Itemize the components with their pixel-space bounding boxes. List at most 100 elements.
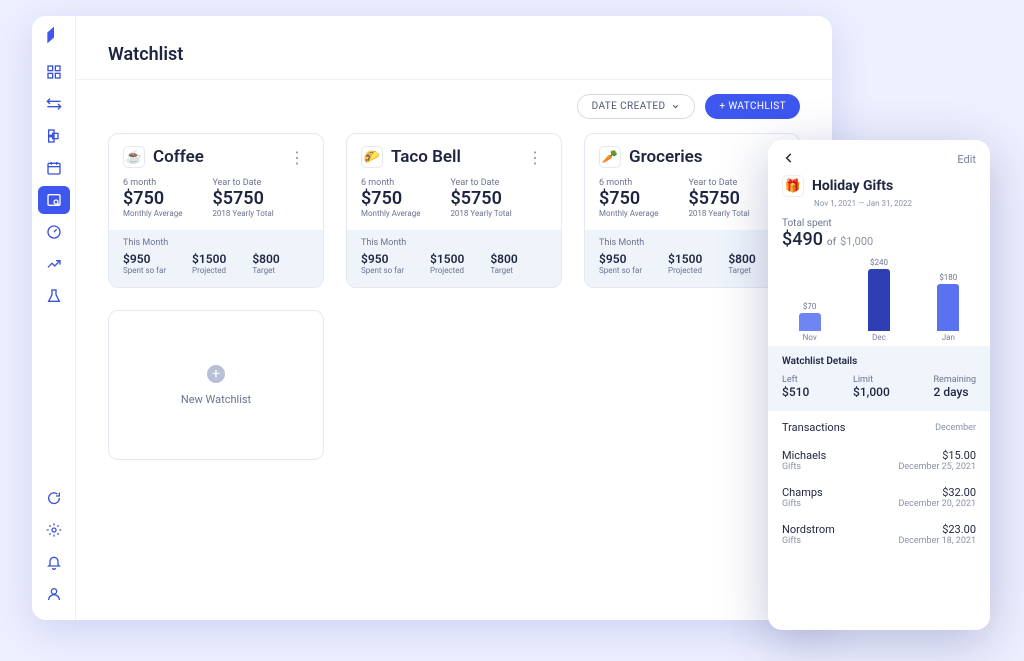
- ministat-label: Spent so far: [599, 266, 642, 275]
- plus-icon: +: [207, 365, 225, 383]
- stat-label: Year to Date: [212, 178, 273, 188]
- sidebar: [32, 16, 76, 620]
- nav-profile[interactable]: [38, 580, 70, 608]
- detail-limit-value: $1,000: [853, 385, 890, 399]
- ministat-value: $800: [252, 252, 279, 266]
- total-spent-value: $490: [782, 229, 823, 250]
- chart-bar: $70Nov: [794, 302, 826, 342]
- chevron-down-icon: [671, 102, 680, 111]
- sort-label: DATE CREATED: [592, 101, 666, 112]
- back-button[interactable]: [782, 150, 796, 169]
- watchlist-details-section: Watchlist Details Left$510 Limit$1,000 R…: [768, 346, 990, 411]
- trx-amount: $15.00: [898, 449, 976, 462]
- card-menu-button[interactable]: ⋮: [523, 148, 547, 167]
- stat-value: $750: [599, 188, 658, 209]
- detail-title: Holiday Gifts: [812, 178, 893, 194]
- trx-date: December 20, 2021: [898, 499, 976, 509]
- ministat-value: $950: [599, 252, 642, 266]
- nav-dashboard[interactable]: [38, 58, 70, 86]
- ministat-label: Spent so far: [123, 266, 166, 275]
- stat-label: 6 month: [123, 178, 182, 188]
- nav-settings[interactable]: [38, 516, 70, 544]
- detail-left-label: Left: [782, 375, 809, 385]
- nav-calendar[interactable]: [38, 154, 70, 182]
- ministat-value: $1500: [192, 252, 226, 266]
- stat-sublabel: Monthly Average: [361, 209, 420, 218]
- ministat-label: Spent so far: [361, 266, 404, 275]
- transaction-row[interactable]: NordstromGifts$23.00December 18, 2021: [782, 516, 976, 553]
- ministat-label: Projected: [430, 266, 464, 275]
- card-menu-button[interactable]: ⋮: [285, 148, 309, 167]
- nav-transfers[interactable]: [38, 90, 70, 118]
- stat-label: 6 month: [599, 178, 658, 188]
- stat-label: Year to Date: [688, 178, 749, 188]
- watchlist-card[interactable]: 🌮 Taco Bell ⋮ 6 month $750 Monthly Avera…: [346, 133, 562, 288]
- page-title: Watchlist: [108, 44, 800, 65]
- ministat-value: $800: [728, 252, 755, 266]
- new-watchlist-label: New Watchlist: [181, 393, 251, 406]
- stat-value: $5750: [688, 188, 749, 209]
- trx-amount: $23.00: [898, 523, 976, 536]
- nav-labs[interactable]: [38, 282, 70, 310]
- ministat-value: $800: [490, 252, 517, 266]
- stat-sublabel: Monthly Average: [123, 209, 182, 218]
- ministat-value: $1500: [668, 252, 702, 266]
- sort-dropdown[interactable]: DATE CREATED: [577, 94, 696, 119]
- stat-value: $5750: [450, 188, 511, 209]
- chart-bar-value: $240: [870, 258, 888, 267]
- stat-sublabel: 2018 Yearly Total: [450, 209, 511, 218]
- of-label: of: [827, 237, 836, 248]
- card-emoji-icon: 🌮: [361, 146, 383, 168]
- detail-emoji-icon: 🎁: [782, 175, 804, 197]
- chart-bar-label: Dec: [872, 333, 886, 342]
- watchlist-card[interactable]: ☕ Coffee ⋮ 6 month $750 Monthly Average …: [108, 133, 324, 288]
- chart-bar-rect: [937, 284, 959, 331]
- trx-name: Nordstrom: [782, 523, 835, 536]
- stat-sublabel: 2018 Yearly Total: [212, 209, 273, 218]
- transaction-row[interactable]: ChampsGifts$32.00December 20, 2021: [782, 479, 976, 516]
- ministat-value: $950: [123, 252, 166, 266]
- ministat-label: Target: [490, 266, 517, 275]
- ministat-label: Target: [728, 266, 755, 275]
- toolbar: DATE CREATED + WATCHLIST: [76, 80, 832, 119]
- nav-gauge[interactable]: [38, 218, 70, 246]
- transaction-row[interactable]: MichaelsGifts$15.00December 25, 2021: [782, 442, 976, 479]
- chart-bar-value: $70: [803, 302, 817, 311]
- nav-categories[interactable]: [38, 122, 70, 150]
- card-emoji-icon: ☕: [123, 146, 145, 168]
- edit-button[interactable]: Edit: [957, 153, 976, 166]
- main-window: Watchlist DATE CREATED + WATCHLIST ☕ Cof…: [32, 16, 832, 620]
- card-title: Groceries: [629, 147, 753, 167]
- chart-bar-rect: [799, 313, 821, 331]
- card-title: Taco Bell: [391, 147, 515, 167]
- content-area: Watchlist DATE CREATED + WATCHLIST ☕ Cof…: [76, 16, 832, 620]
- new-watchlist-card[interactable]: + New Watchlist: [108, 310, 324, 460]
- detail-limit-label: Limit: [853, 375, 890, 385]
- ministat-value: $1500: [430, 252, 464, 266]
- page-header: Watchlist: [76, 16, 832, 80]
- detail-remaining-label: Remaining: [934, 375, 976, 385]
- chart-bar-rect: [868, 269, 890, 331]
- chart-bar-value: $180: [939, 273, 957, 282]
- trx-category: Gifts: [782, 499, 823, 509]
- stat-sublabel: Monthly Average: [599, 209, 658, 218]
- detail-left-value: $510: [782, 385, 809, 399]
- transactions-heading: Transactions: [782, 421, 845, 434]
- trx-category: Gifts: [782, 462, 826, 472]
- this-month-label: This Month: [599, 238, 785, 248]
- trx-category: Gifts: [782, 536, 835, 546]
- nav-notifications[interactable]: [38, 548, 70, 576]
- add-watchlist-button[interactable]: + WATCHLIST: [705, 94, 800, 119]
- cards-grid: ☕ Coffee ⋮ 6 month $750 Monthly Average …: [76, 119, 832, 480]
- chart-bar: $180Jan: [932, 273, 964, 342]
- nav-refresh[interactable]: [38, 484, 70, 512]
- detail-remaining-value: 2 days: [934, 385, 976, 399]
- stat-value: $5750: [212, 188, 273, 209]
- nav-watchlist[interactable]: [38, 186, 70, 214]
- total-spent-label: Total spent: [782, 218, 976, 229]
- card-emoji-icon: 🥕: [599, 146, 621, 168]
- ministat-label: Target: [252, 266, 279, 275]
- trx-date: December 25, 2021: [898, 462, 976, 472]
- trx-amount: $32.00: [898, 486, 976, 499]
- nav-reports[interactable]: [38, 250, 70, 278]
